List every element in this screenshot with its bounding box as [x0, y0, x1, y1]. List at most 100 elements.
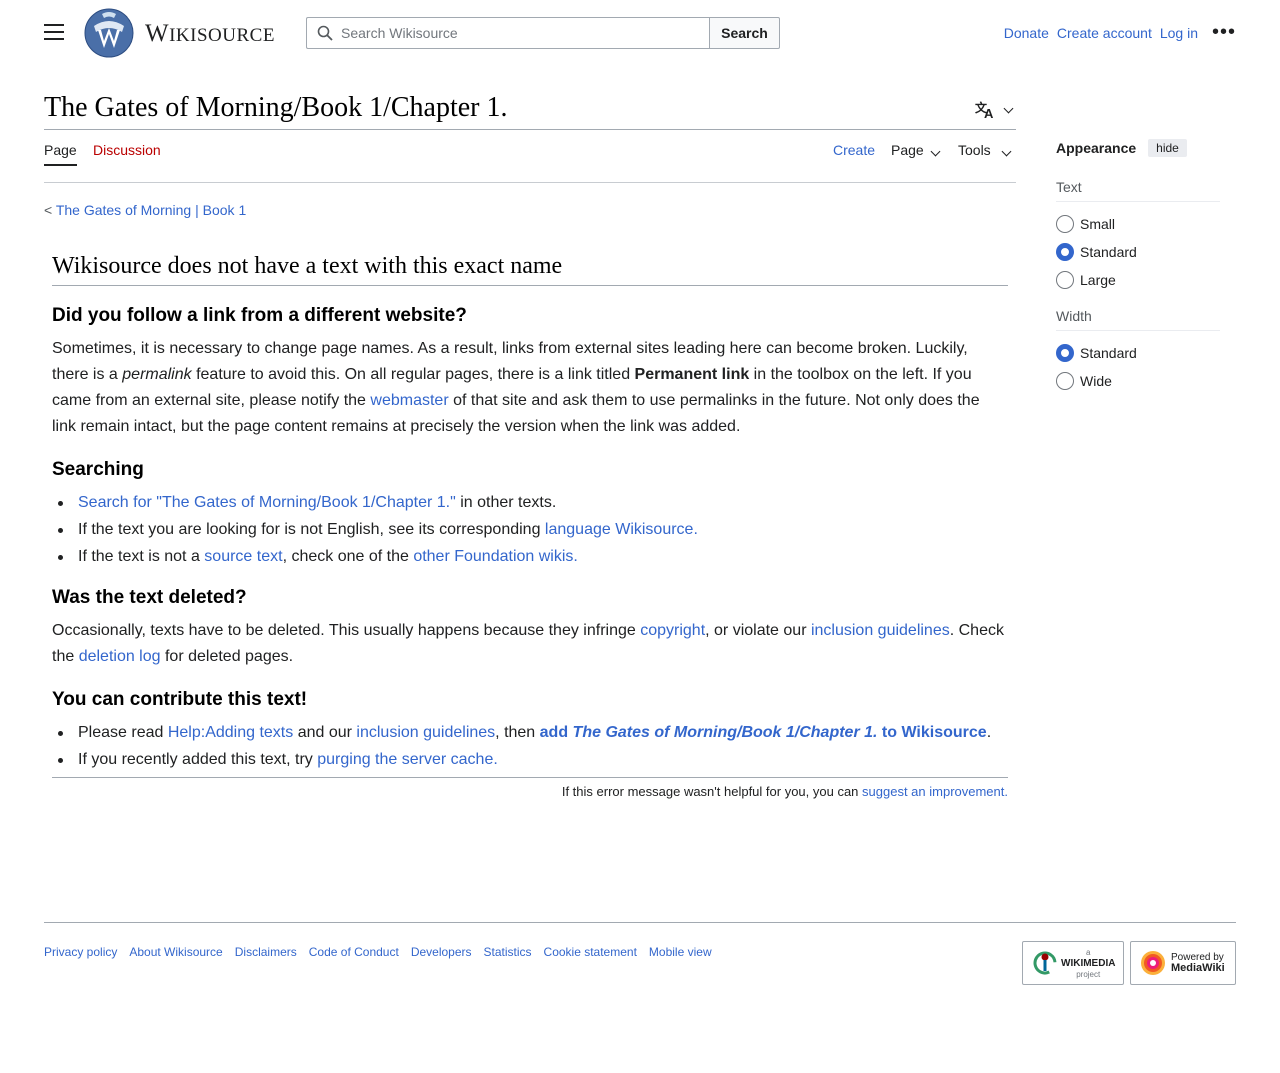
radio-icon: [1056, 215, 1074, 233]
header: WIKISOURCE Search Donate Create account …: [0, 0, 1280, 66]
chevron-down-icon: [1003, 103, 1014, 113]
webmaster-link[interactable]: webmaster: [370, 392, 448, 409]
other-foundation-wikis-link[interactable]: other Foundation wikis.: [413, 548, 578, 565]
inclusion-guidelines-link-2[interactable]: inclusion guidelines: [356, 724, 495, 741]
tabs-divider: [44, 182, 1016, 183]
title-divider: [44, 129, 1016, 130]
list-item: Search for "The Gates of Morning/Book 1/…: [58, 490, 1008, 516]
user-links: Donate Create account Log in: [1004, 25, 1198, 41]
appearance-header: Appearance hide: [1056, 137, 1220, 159]
footer-divider: [44, 922, 1236, 923]
powered-by-mediawiki-badge[interactable]: Powered by MediaWiki: [1130, 941, 1236, 985]
footer-privacy-policy[interactable]: Privacy policy: [44, 945, 117, 959]
page-menu-dropdown[interactable]: Page: [891, 142, 941, 158]
tools-dropdown[interactable]: Tools: [958, 142, 1012, 158]
translate-icon: 文 A: [975, 101, 994, 119]
width-wide[interactable]: Wide: [1056, 367, 1220, 395]
permalink-paragraph: Sometimes, it is necessary to change pag…: [52, 340, 980, 435]
appearance-panel: Appearance hide Text Small Standard Larg…: [1056, 137, 1220, 395]
footer-links: Privacy policy About Wikisource Disclaim…: [44, 945, 712, 959]
chevron-down-icon: [930, 146, 941, 157]
breadcrumb-separator: |: [191, 202, 203, 218]
text-size-label: Text: [1056, 179, 1220, 202]
section-heading-link: Did you follow a link from a different w…: [52, 305, 467, 326]
appearance-hide-button[interactable]: hide: [1148, 139, 1187, 157]
more-options-icon[interactable]: •••: [1212, 22, 1236, 42]
breadcrumb-link-book[interactable]: Book 1: [203, 202, 247, 218]
page-title: The Gates of Morning/Book 1/Chapter 1.: [44, 92, 508, 123]
text-size-small[interactable]: Small: [1056, 210, 1220, 238]
source-text-link[interactable]: source text: [204, 548, 282, 565]
search-other-texts-link[interactable]: Search for "The Gates of Morning/Book 1/…: [78, 494, 456, 511]
content-bottom-divider: [52, 777, 1008, 778]
svg-text:A: A: [984, 106, 994, 119]
tab-create[interactable]: Create: [833, 142, 875, 158]
mediawiki-badge-text: Powered by MediaWiki: [1171, 952, 1225, 974]
deleted-paragraph: Occasionally, texts have to be deleted. …: [52, 622, 1004, 665]
list-item: If the text is not a source text, check …: [58, 544, 1008, 570]
list-item: If you recently added this text, try pur…: [58, 747, 1008, 773]
wikimedia-project-badge[interactable]: a WIKIMEDIA project: [1022, 941, 1124, 985]
mediawiki-logo-icon: [1141, 951, 1165, 975]
contribute-list: Please read Help:Adding texts and our in…: [58, 720, 1008, 773]
breadcrumb-prefix: <: [44, 202, 56, 218]
radio-checked-icon: [1056, 344, 1074, 362]
list-item: Please read Help:Adding texts and our in…: [58, 720, 1008, 746]
page-menu-label: Page: [891, 142, 924, 158]
purge-cache-link[interactable]: purging the server cache.: [317, 751, 498, 768]
copyright-link[interactable]: copyright: [640, 622, 705, 639]
wikimedia-logo-icon: [1033, 951, 1057, 975]
main-menu-icon[interactable]: [44, 24, 64, 42]
tab-page-active-indicator: [44, 164, 77, 166]
footer-statistics[interactable]: Statistics: [484, 945, 532, 959]
section-heading-contribute: You can contribute this text!: [52, 689, 308, 710]
list-item: If the text you are looking for is not E…: [58, 517, 1008, 543]
width-options: Standard Wide: [1056, 339, 1220, 395]
text-size-options: Small Standard Large: [1056, 210, 1220, 294]
search-input[interactable]: [307, 18, 709, 48]
width-standard[interactable]: Standard: [1056, 339, 1220, 367]
width-label: Width: [1056, 308, 1220, 331]
radio-icon: [1056, 271, 1074, 289]
footer-about[interactable]: About Wikisource: [129, 945, 222, 959]
radio-checked-icon: [1056, 243, 1074, 261]
no-text-heading: Wikisource does not have a text with thi…: [52, 250, 1008, 286]
wikisource-wordmark[interactable]: WIKISOURCE: [145, 20, 275, 48]
log-in-link[interactable]: Log in: [1160, 25, 1198, 41]
help-adding-texts-link[interactable]: Help:Adding texts: [168, 724, 293, 741]
chevron-down-icon: [1001, 146, 1012, 157]
breadcrumb: < The Gates of Morning | Book 1: [44, 202, 246, 218]
radio-icon: [1056, 372, 1074, 390]
section-heading-searching: Searching: [52, 459, 144, 480]
inclusion-guidelines-link[interactable]: inclusion guidelines: [811, 622, 950, 639]
add-text-link[interactable]: add The Gates of Morning/Book 1/Chapter …: [540, 724, 987, 741]
footer-developers[interactable]: Developers: [411, 945, 472, 959]
deletion-log-link[interactable]: deletion log: [79, 648, 161, 665]
tools-label: Tools: [958, 142, 991, 158]
section-heading-deleted: Was the text deleted?: [52, 587, 247, 608]
create-account-link[interactable]: Create account: [1057, 25, 1152, 41]
appearance-title: Appearance: [1056, 140, 1137, 156]
tab-discussion[interactable]: Discussion: [93, 142, 161, 158]
footer-disclaimers[interactable]: Disclaimers: [235, 945, 297, 959]
searching-list: Search for "The Gates of Morning/Book 1/…: [58, 490, 1008, 570]
search-box: [306, 17, 709, 49]
helpful-note: If this error message wasn't helpful for…: [561, 784, 1008, 799]
text-size-standard[interactable]: Standard: [1056, 238, 1220, 266]
wikimedia-badge-text: a WIKIMEDIA project: [1061, 947, 1116, 979]
wikisource-logo-icon[interactable]: [84, 8, 134, 58]
search-icon: [317, 25, 333, 41]
main-content: Wikisource does not have a text with thi…: [52, 250, 1008, 802]
language-button[interactable]: 文 A: [975, 100, 1021, 120]
donate-link[interactable]: Donate: [1004, 25, 1049, 41]
footer-cookie-statement[interactable]: Cookie statement: [544, 945, 637, 959]
text-size-large[interactable]: Large: [1056, 266, 1220, 294]
breadcrumb-link-work[interactable]: The Gates of Morning: [56, 202, 191, 218]
language-wikisource-link[interactable]: language Wikisource.: [545, 521, 698, 538]
search-form: Search: [306, 17, 780, 49]
suggest-improvement-link[interactable]: suggest an improvement.: [862, 784, 1008, 799]
search-button[interactable]: Search: [709, 17, 780, 49]
tab-page[interactable]: Page: [44, 142, 77, 158]
footer-mobile-view[interactable]: Mobile view: [649, 945, 712, 959]
footer-code-of-conduct[interactable]: Code of Conduct: [309, 945, 399, 959]
